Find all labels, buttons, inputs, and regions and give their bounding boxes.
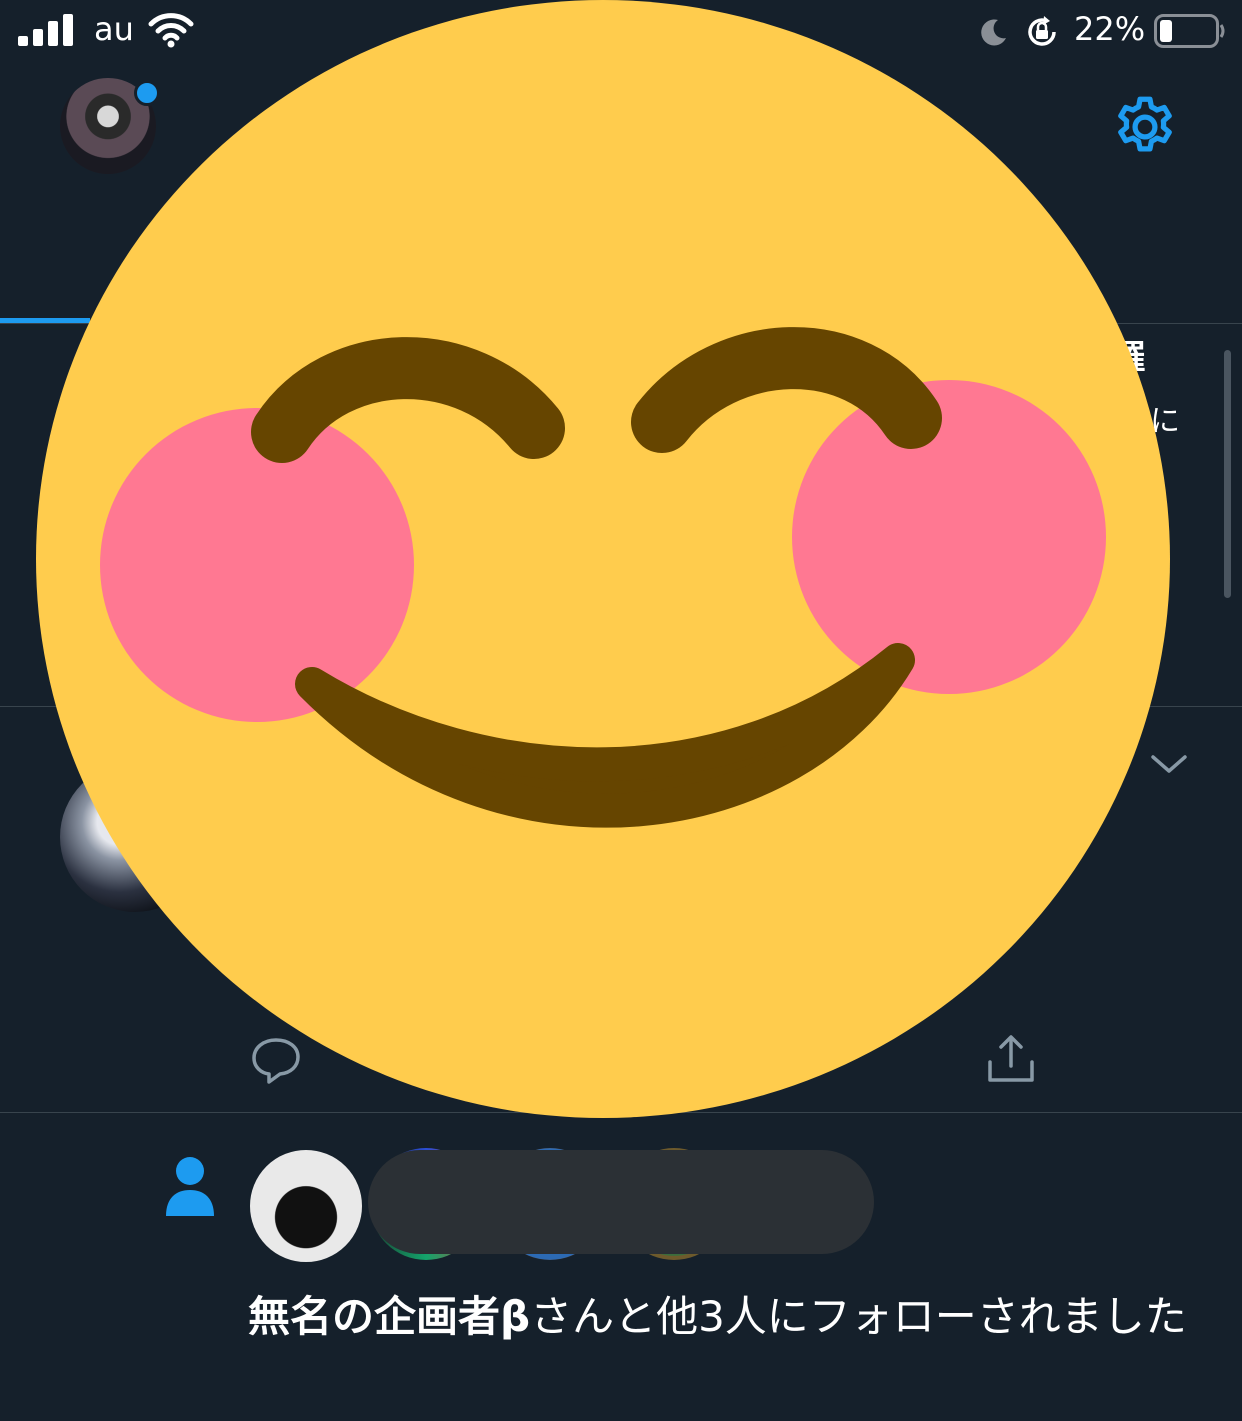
notification-text: 無名の企画者βさんと他3人にフォローされました [248,1286,1208,1348]
notification-message: さんと他3人にフォローされました [530,1292,1187,1341]
follower-avatar[interactable] [248,1148,364,1264]
smiling-face-emoji [36,0,1170,1118]
follower-name[interactable]: 無名の企画者β [248,1292,530,1341]
redaction-bar [368,1150,874,1254]
person-icon [166,1157,214,1216]
scrollbar[interactable] [1224,350,1231,598]
